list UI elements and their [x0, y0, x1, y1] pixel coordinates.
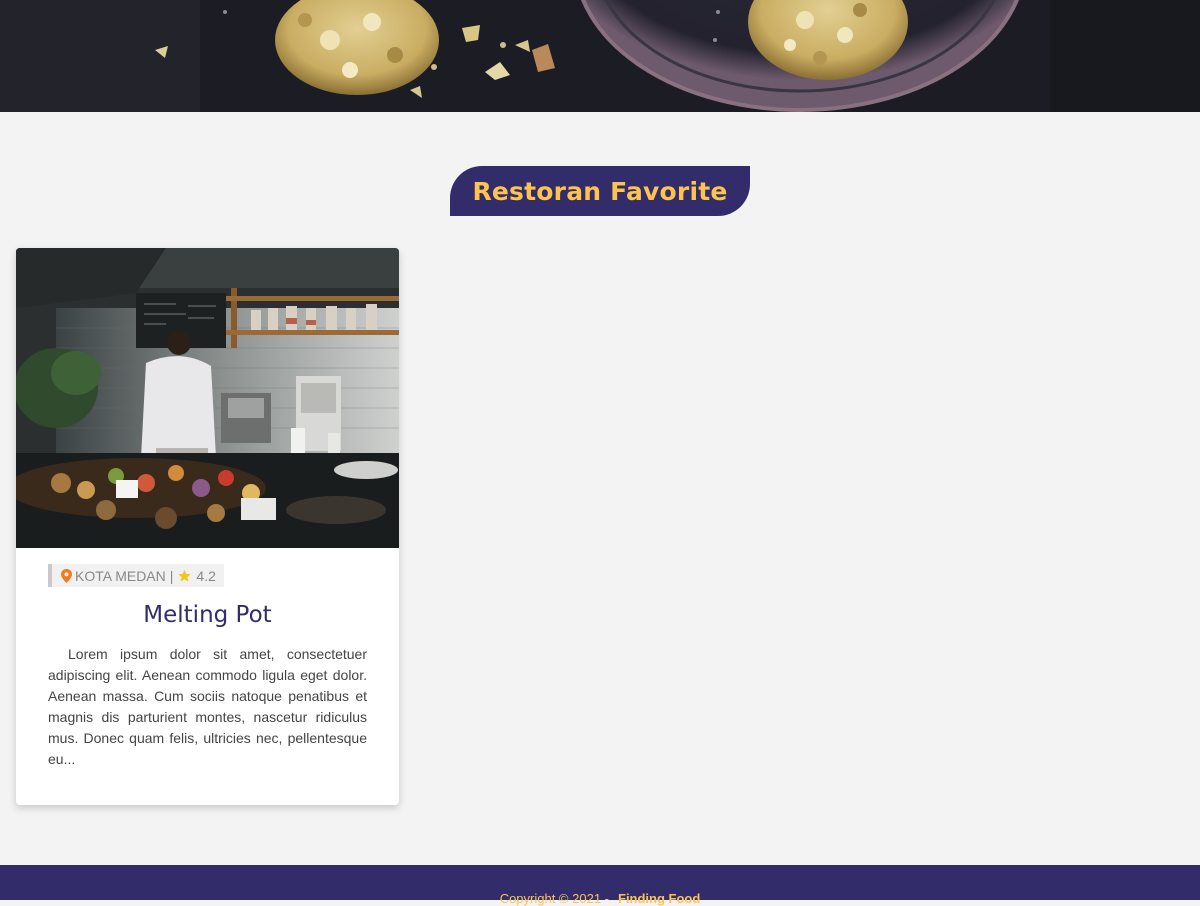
section-title: Restoran Favorite	[472, 176, 728, 206]
restaurant-city: KOTA MEDAN	[75, 567, 166, 584]
footer-brand: Finding Food	[618, 891, 701, 906]
meta-separator: |	[169, 567, 174, 584]
hero-cookies-image	[0, 0, 1200, 112]
footer: Copyright © 2021 - Finding Food	[0, 865, 1200, 906]
restaurant-rating: 4.2	[196, 567, 216, 584]
section-title-banner: Restoran Favorite	[450, 166, 750, 216]
map-pin-icon	[61, 568, 72, 583]
restaurant-name[interactable]: Melting Pot	[48, 602, 367, 628]
footer-copyright: Copyright © 2021 -	[499, 891, 609, 906]
star-icon	[178, 569, 192, 582]
restaurant-card[interactable]: KOTA MEDAN | 4.2 Melting Pot Lorem ipsum…	[16, 248, 399, 805]
restaurant-description: Lorem ipsum dolor sit amet, consectetuer…	[48, 645, 367, 767]
restaurant-image	[16, 248, 399, 548]
hero-banner	[0, 0, 1200, 112]
restaurant-meta-badge: KOTA MEDAN | 4.2	[48, 564, 224, 587]
